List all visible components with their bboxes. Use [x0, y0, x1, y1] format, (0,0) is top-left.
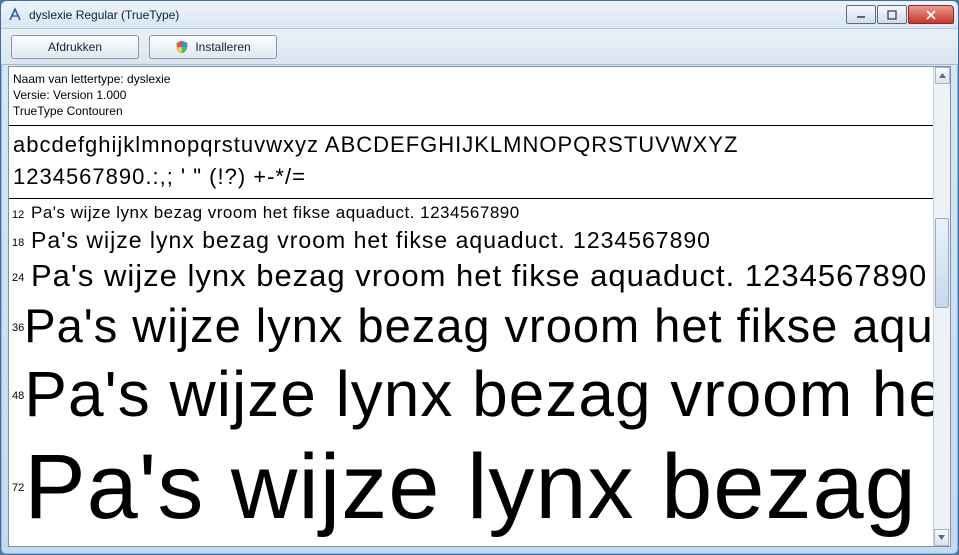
install-button-label: Installeren	[195, 40, 250, 54]
sample-text: Pa's wijze lynx bezag vroom het fikse aq…	[24, 357, 933, 431]
window-buttons	[845, 5, 954, 24]
sample-text: Pa's wijze lynx bezag vroom het fikse aq…	[31, 258, 927, 294]
sample-size-label: 36	[9, 322, 24, 334]
sample-text: Pa's wijze lynx bezag vroom het fikse aq…	[24, 435, 933, 540]
pangram-samples: 12 Pa's wijze lynx bezag vroom het fikse…	[9, 199, 933, 540]
glyphs-digits-punct: 1234567890.:,; ' " (!?) +-*/=	[13, 164, 929, 190]
font-name-line: Naam van lettertype: dyslexie	[13, 71, 929, 87]
install-button[interactable]: Installeren	[149, 35, 277, 59]
scroll-down-button[interactable]	[934, 529, 949, 546]
maximize-button[interactable]	[877, 5, 907, 24]
window-title: dyslexie Regular (TrueType)	[29, 8, 845, 22]
sample-row-12: 12 Pa's wijze lynx bezag vroom het fikse…	[9, 203, 933, 227]
titlebar[interactable]: dyslexie Regular (TrueType)	[1, 1, 958, 29]
glyphs-alpha: abcdefghijklmnopqrstuvwxyz ABCDEFGHIJKLM…	[13, 132, 929, 158]
scrollbar-track[interactable]	[934, 84, 950, 529]
font-app-icon	[7, 7, 23, 23]
sample-row-24: 24 Pa's wijze lynx bezag vroom het fikse…	[9, 258, 933, 298]
sample-row-72: 72 Pa's wijze lynx bezag vroom het fikse…	[9, 435, 933, 540]
sample-size-label: 48	[9, 390, 24, 402]
print-button[interactable]: Afdrukken	[11, 35, 139, 59]
glyph-samples: abcdefghijklmnopqrstuvwxyz ABCDEFGHIJKLM…	[9, 126, 933, 198]
sample-text: Pa's wijze lynx bezag vroom het fikse aq…	[31, 227, 711, 254]
scroll-up-button[interactable]	[935, 67, 950, 84]
content-area: Naam van lettertype: dyslexie Versie: Ve…	[8, 66, 951, 547]
sample-row-36: 36 Pa's wijze lynx bezag vroom het fikse…	[9, 298, 933, 357]
sample-size-label: 18	[9, 237, 31, 249]
close-button[interactable]	[908, 5, 954, 24]
sample-row-48: 48 Pa's wijze lynx bezag vroom het fikse…	[9, 357, 933, 435]
font-outline-line: TrueType Contouren	[13, 103, 929, 119]
print-button-label: Afdrukken	[48, 40, 102, 54]
sample-size-label: 12	[9, 209, 31, 221]
sample-text: Pa's wijze lynx bezag vroom het fikse aq…	[31, 203, 520, 223]
sample-text: Pa's wijze lynx bezag vroom het fikse aq…	[24, 298, 933, 353]
scrollbar-thumb[interactable]	[935, 218, 949, 308]
sample-row-18: 18 Pa's wijze lynx bezag vroom het fikse…	[9, 227, 933, 258]
font-version-line: Versie: Version 1.000	[13, 87, 929, 103]
shield-icon	[175, 40, 189, 54]
toolbar: Afdrukken Installeren	[1, 29, 958, 65]
vertical-scrollbar[interactable]	[933, 67, 950, 546]
font-metadata: Naam van lettertype: dyslexie Versie: Ve…	[9, 67, 933, 125]
preview-content: Naam van lettertype: dyslexie Versie: Ve…	[9, 67, 933, 546]
sample-size-label: 72	[9, 482, 24, 494]
font-preview-window: dyslexie Regular (TrueType) Afdrukken	[0, 0, 959, 555]
sample-size-label: 24	[9, 272, 31, 284]
minimize-button[interactable]	[846, 5, 876, 24]
